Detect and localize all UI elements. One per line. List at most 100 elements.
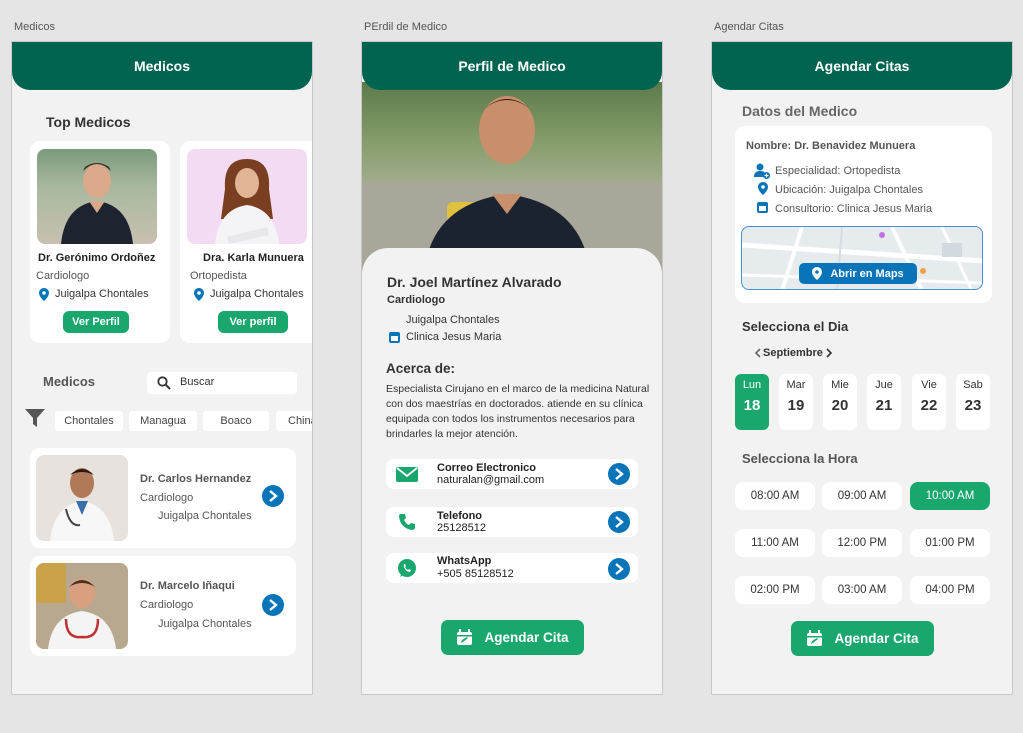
contact-phone[interactable]: Telefono 25128512 <box>386 507 638 537</box>
location-pin-icon <box>194 288 204 301</box>
doctor-location: Juigalpa Chontales <box>55 288 149 300</box>
doctor-specialty: Cardiologo <box>387 294 446 306</box>
whatsapp-icon <box>398 559 416 577</box>
day-number: 18 <box>743 397 761 414</box>
list-item[interactable]: Dr. Carlos Hernandez Cardiologo Juigalpa… <box>30 448 296 548</box>
open-maps-button[interactable]: Abrir en Maps <box>799 263 917 284</box>
location-pin-icon <box>812 267 823 280</box>
contact-label: WhatsApp <box>437 555 492 567</box>
filter-chip-managua[interactable]: Managua <box>129 411 197 431</box>
chevron-right-icon[interactable] <box>826 348 833 358</box>
about-text: Especialista Cirujano en el marco de la … <box>386 383 650 440</box>
filter-chip-chontales[interactable]: Chontales <box>55 411 123 431</box>
doctor-name: Nombre: Dr. Benavidez Munuera <box>746 140 916 152</box>
calendar-edit-icon <box>807 630 823 646</box>
time-slot[interactable]: 02:00 PM <box>735 576 815 604</box>
top-doctor-card: Dr. Gerónimo Ordoñez Cardiologo Juigalpa… <box>30 141 170 343</box>
header-bar: Agendar Citas <box>712 42 1012 90</box>
day-name: Sab <box>963 379 983 391</box>
day-number: 19 <box>787 397 805 414</box>
day-name: Lun <box>742 379 762 391</box>
doctor-name: Dra. Karla Munuera <box>203 252 304 264</box>
doctor-specialty: Ortopedista <box>190 270 247 282</box>
agendar-cita-label: Agendar Cita <box>834 631 919 646</box>
location-pin-icon <box>758 182 768 195</box>
page-title: Perfil de Medico <box>458 58 566 74</box>
contact-email[interactable]: Correo Electronico naturalan@gmail.com <box>386 459 638 489</box>
chevron-right-icon[interactable] <box>608 463 630 485</box>
ver-perfil-button[interactable]: Ver Perfil <box>63 311 129 333</box>
doctor-clinic: Consultorio: Clinica Jesus Maria <box>775 203 933 215</box>
calendar-edit-icon <box>457 629 473 645</box>
clinic-icon <box>757 202 768 213</box>
location-pin-icon <box>39 288 49 301</box>
month-label: Septiembre <box>763 347 823 359</box>
chevron-right-icon[interactable] <box>608 558 630 580</box>
list-item[interactable]: Dr. Marcelo Iñaqui Cardiologo Juigalpa C… <box>30 556 296 656</box>
doctor-specialty: Cardiologo <box>36 270 90 282</box>
filter-icon[interactable] <box>25 409 45 427</box>
time-slot[interactable]: 01:00 PM <box>910 529 990 557</box>
contact-value: naturalan@gmail.com <box>437 474 545 486</box>
chevron-right-icon[interactable] <box>608 511 630 533</box>
page-title: Medicos <box>133 58 190 74</box>
top-medicos-title: Top Medicos <box>46 114 131 130</box>
doctor-location: Juigalpa Chontales <box>210 288 304 300</box>
time-slot-selected[interactable]: 10:00 AM <box>910 482 990 510</box>
day-name: Mie <box>831 379 849 391</box>
day-number: 23 <box>964 397 982 414</box>
header-bar: Perfil de Medico <box>362 42 662 90</box>
day-tue[interactable]: Mar 19 <box>779 374 813 430</box>
time-slot[interactable]: 08:00 AM <box>735 482 815 510</box>
doctor-photo <box>187 149 307 244</box>
day-thu[interactable]: Jue 21 <box>867 374 901 430</box>
medicos-section-title: Medicos <box>43 374 96 389</box>
doctor-name: Dr. Joel Martínez Alvarado <box>387 274 562 290</box>
agendar-screen: Agendar Citas Datos del Medico Nombre: D… <box>711 41 1013 695</box>
chevron-right-icon[interactable] <box>262 485 284 507</box>
doctor-data-card: Nombre: Dr. Benavidez Munuera Especialid… <box>735 126 992 303</box>
clinic-icon <box>389 332 400 343</box>
agendar-cita-label: Agendar Cita <box>484 630 569 645</box>
agendar-cita-button[interactable]: Agendar Cita <box>791 621 934 656</box>
search-box[interactable]: Buscar <box>147 372 297 394</box>
doctor-photo <box>37 149 157 244</box>
time-slot[interactable]: 04:00 PM <box>910 576 990 604</box>
time-slot[interactable]: 09:00 AM <box>822 482 902 510</box>
time-slot[interactable]: 03:00 AM <box>822 576 902 604</box>
doctor-hero-photo <box>362 82 662 272</box>
contact-whatsapp[interactable]: WhatsApp +505 85128512 <box>386 553 638 583</box>
frame-label-agendar: Agendar Citas <box>714 21 784 33</box>
perfil-screen: Perfil de Medico Dr. Joel Martínez Alvar… <box>361 41 663 695</box>
time-slot[interactable]: 12:00 PM <box>822 529 902 557</box>
search-input[interactable]: Buscar <box>180 376 214 388</box>
chevron-left-icon[interactable] <box>754 348 761 358</box>
doctor-photo <box>36 563 128 649</box>
day-sat[interactable]: Sab 23 <box>956 374 990 430</box>
frame-label-medicos: Medicos <box>14 21 55 33</box>
doctor-location: Juigalpa Chontales <box>406 314 500 326</box>
doctor-name: Dr. Marcelo Iñaqui <box>140 580 235 592</box>
day-name: Mar <box>786 379 806 391</box>
frame-label-perfil: PErdil de Medico <box>364 21 448 33</box>
select-hour-title: Selecciona la Hora <box>742 451 858 466</box>
day-name: Vie <box>921 379 937 391</box>
day-fri[interactable]: Vie 22 <box>912 374 946 430</box>
doctor-name: Dr. Carlos Hernandez <box>140 473 252 485</box>
filter-chip-china[interactable]: China <box>276 411 312 431</box>
doctor-photo <box>36 455 128 541</box>
day-wed[interactable]: Mie 20 <box>823 374 857 430</box>
map-preview[interactable]: Abrir en Maps <box>741 226 983 290</box>
doctor-location: Juigalpa Chontales <box>158 510 252 522</box>
about-title: Acerca de: <box>386 361 456 376</box>
phone-icon <box>399 514 415 530</box>
chevron-right-icon[interactable] <box>262 594 284 616</box>
header-bar: Medicos <box>12 42 312 90</box>
ver-perfil-button[interactable]: Ver perfil <box>218 311 288 333</box>
medicos-screen: Medicos Top Medicos Dr. Gerónimo Ordoñez… <box>11 41 313 695</box>
time-slot[interactable]: 11:00 AM <box>735 529 815 557</box>
day-mon[interactable]: Lun 18 <box>735 374 769 430</box>
agendar-cita-button[interactable]: Agendar Cita <box>441 620 584 655</box>
select-day-title: Selecciona el Dia <box>742 319 849 334</box>
filter-chip-boaco[interactable]: Boaco <box>203 411 269 431</box>
